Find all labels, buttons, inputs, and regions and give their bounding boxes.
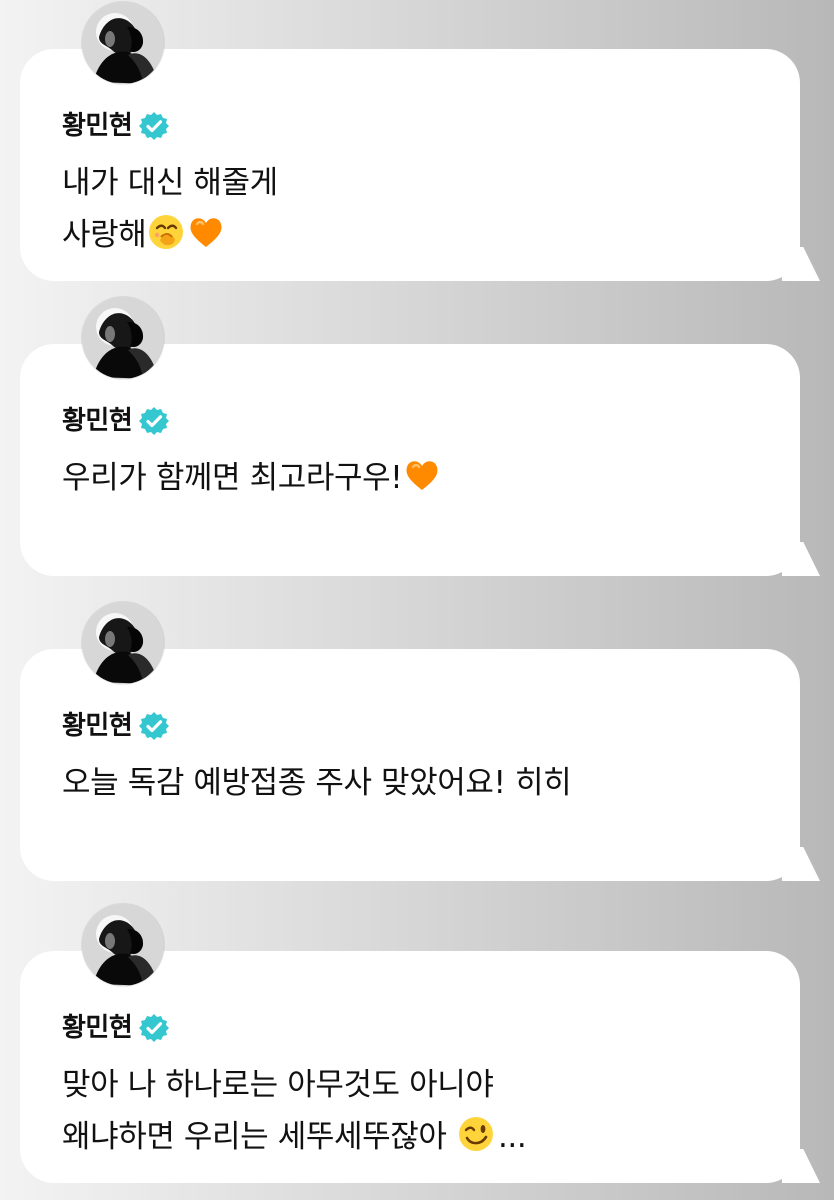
author-name: 황민현 — [62, 711, 133, 741]
message-card[interactable]: 황민현 오늘 독감 예방접종 주사 맞았어요! 히히 — [20, 602, 820, 881]
message-feed: 황민현 내가 대신 해줄게 사랑해 황민현 우리가 함께면 최고라구우! 황민현… — [0, 0, 834, 1200]
message-card[interactable]: 황민현 맞아 나 하나로는 아무것도 아니야 왜냐하면 우리는 세뚜세뚜잖아 .… — [20, 904, 820, 1183]
message-card[interactable]: 황민현 내가 대신 해줄게 사랑해 — [20, 2, 820, 281]
message-line-text: 사랑해 — [62, 217, 147, 253]
verified-badge-icon — [138, 110, 170, 142]
message-line: 내가 대신 해줄게 — [62, 165, 278, 201]
author-name: 황민현 — [62, 406, 133, 436]
author-avatar[interactable] — [82, 2, 164, 84]
message-line-text: 왜냐하면 우리는 세뚜세뚜잖아 — [62, 1119, 447, 1155]
author-row: 황민현 — [62, 709, 170, 743]
message-line-with-emoji: 왜냐하면 우리는 세뚜세뚜잖아 ... — [62, 1111, 772, 1163]
message-line-with-emoji: 사랑해 — [62, 209, 772, 261]
author-name: 황민현 — [62, 111, 133, 141]
author-row: 황민현 — [62, 1011, 170, 1045]
verified-badge-icon — [138, 710, 170, 742]
speech-bubble-tail — [782, 847, 820, 881]
ellipsis-text: ... — [497, 1119, 527, 1155]
verified-badge-icon — [138, 1012, 170, 1044]
author-avatar[interactable] — [82, 904, 164, 986]
message-line: 맞아 나 하나로는 아무것도 아니야 — [62, 1067, 494, 1103]
orange-heart-emoji-icon — [402, 455, 442, 495]
message-text: 맞아 나 하나로는 아무것도 아니야 왜냐하면 우리는 세뚜세뚜잖아 ... — [62, 1059, 772, 1163]
message-text: 우리가 함께면 최고라구우! — [62, 452, 772, 504]
message-line-with-emoji: 우리가 함께면 최고라구우! — [62, 452, 772, 504]
winking-face-emoji-icon — [456, 1114, 496, 1154]
orange-heart-emoji-icon — [186, 212, 226, 252]
author-row: 황민현 — [62, 404, 170, 438]
speech-bubble-tail — [782, 247, 820, 281]
verified-badge-icon — [138, 405, 170, 437]
message-line-text: 우리가 함께면 최고라구우! — [62, 460, 403, 496]
speech-bubble-tail — [782, 1149, 820, 1183]
author-name: 황민현 — [62, 1013, 133, 1043]
message-card[interactable]: 황민현 우리가 함께면 최고라구우! — [20, 297, 820, 576]
hand-over-mouth-face-emoji-icon — [146, 212, 186, 252]
author-avatar[interactable] — [82, 297, 164, 379]
message-line: 오늘 독감 예방접종 주사 맞았어요! 히히 — [62, 765, 572, 801]
message-text: 내가 대신 해줄게 사랑해 — [62, 157, 772, 261]
speech-bubble-tail — [782, 542, 820, 576]
author-row: 황민현 — [62, 109, 170, 143]
message-text: 오늘 독감 예방접종 주사 맞았어요! 히히 — [62, 757, 772, 809]
author-avatar[interactable] — [82, 602, 164, 684]
